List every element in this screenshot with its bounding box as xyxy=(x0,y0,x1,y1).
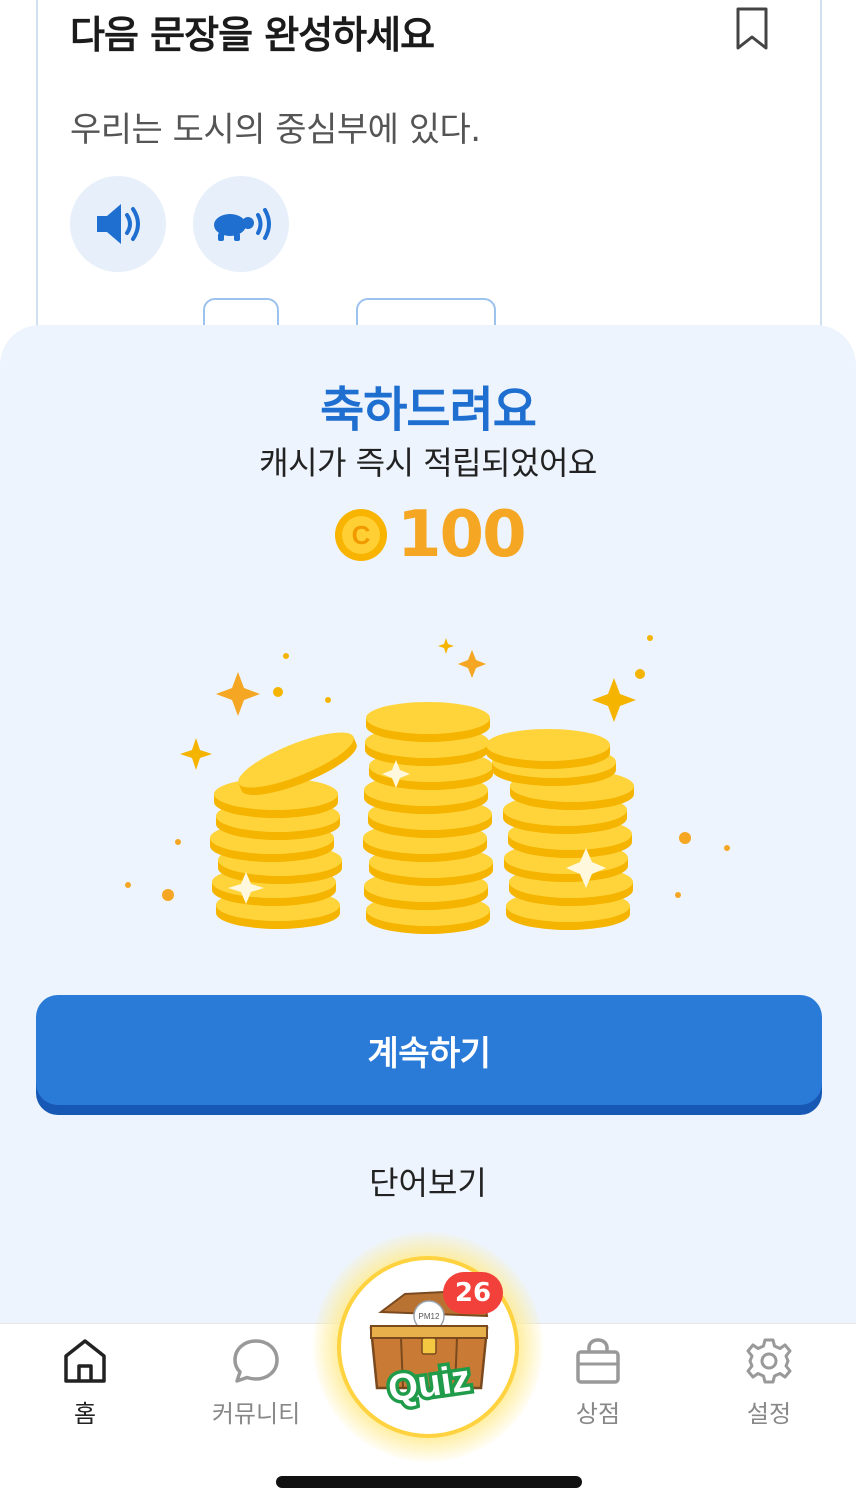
audio-slow-button[interactable] xyxy=(193,176,289,272)
reward-subtitle: 캐시가 즉시 적립되었어요 xyxy=(259,444,597,482)
tab-settings[interactable]: 설정 xyxy=(709,1336,829,1436)
tab-community-label: 커뮤니티 xyxy=(211,1400,301,1428)
reward-title: 축하드려요 xyxy=(320,382,537,438)
reward-amount: 100 xyxy=(397,498,527,572)
gear-icon xyxy=(746,1338,792,1384)
turtle-speaker-icon xyxy=(214,208,271,241)
tab-shop-label: 상점 xyxy=(575,1400,621,1428)
question-title: 다음 문장을 완성하세요 xyxy=(70,13,435,57)
view-words-link[interactable]: 단어보기 xyxy=(0,1158,856,1204)
quiz-count-badge: 26 xyxy=(443,1272,503,1314)
continue-button[interactable]: 계속하기 xyxy=(36,995,822,1105)
tab-community[interactable]: 커뮤니티 xyxy=(196,1336,316,1436)
coin-stacks-illustration xyxy=(125,635,730,934)
chat-bubble-icon xyxy=(233,1339,279,1383)
tab-home-label: 홈 xyxy=(73,1400,97,1428)
home-icon xyxy=(64,1339,106,1383)
tab-home[interactable]: 홈 xyxy=(25,1336,145,1436)
bookmark-icon[interactable] xyxy=(732,6,772,52)
tab-settings-label: 설정 xyxy=(746,1400,792,1428)
home-indicator xyxy=(276,1476,582,1488)
reward-amount-row: C 100 xyxy=(333,498,527,572)
quiz-chest-text: PM12 xyxy=(419,1312,440,1321)
question-sentence: 우리는 도시의 중심부에 있다. xyxy=(70,110,481,150)
tab-shop[interactable]: 상점 xyxy=(538,1336,658,1436)
coin-icon: C xyxy=(335,509,387,561)
audio-play-button[interactable] xyxy=(70,176,166,272)
coin-letter: C xyxy=(352,520,371,550)
shopping-bag-icon xyxy=(576,1338,620,1384)
speaker-icon xyxy=(97,204,140,244)
